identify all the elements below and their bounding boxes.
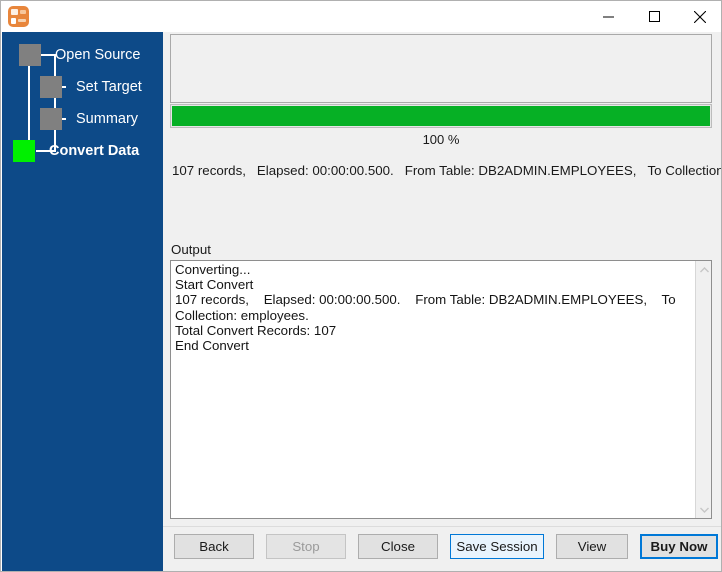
output-textarea[interactable]: Converting... Start Convert 107 records,… xyxy=(170,260,712,519)
sidebar-item-summary[interactable]: Summary xyxy=(40,108,138,130)
buy-now-button[interactable]: Buy Now xyxy=(640,534,718,559)
back-button[interactable]: Back xyxy=(174,534,254,559)
close-icon[interactable] xyxy=(677,1,722,32)
output-scrollbar[interactable] xyxy=(695,261,711,518)
sidebar-item-set-target[interactable]: Set Target xyxy=(40,76,142,98)
conversion-status-line: 107 records, Elapsed: 00:00:00.500. From T… xyxy=(172,163,717,178)
sidebar-item-label: Convert Data xyxy=(49,144,139,159)
progress-percent-label: 100 % xyxy=(170,132,712,147)
minimize-icon[interactable] xyxy=(585,1,631,32)
sidebar-item-label: Summary xyxy=(76,112,138,127)
status-records: 107 records, xyxy=(172,163,246,178)
wizard-sidebar: Open Source Set Target Summary Convert D… xyxy=(2,32,163,572)
progress-bar xyxy=(170,104,712,128)
sidebar-item-open-source[interactable]: Open Source xyxy=(19,44,140,66)
chevron-up-icon[interactable] xyxy=(696,261,712,278)
sidebar-item-label: Set Target xyxy=(76,80,142,95)
window-controls xyxy=(585,1,722,32)
sidebar-item-label: Open Source xyxy=(55,48,140,63)
wizard-step-list: Open Source Set Target Summary Convert D… xyxy=(2,32,163,172)
main-panel: 100 % 107 records, Elapsed: 00:00:00.500.… xyxy=(163,32,722,572)
tree-line-vertical-sub xyxy=(54,54,56,152)
progress-bar-fill xyxy=(172,106,710,126)
status-from-table: From Table: DB2ADMIN.EMPLOYEES, xyxy=(405,163,637,178)
maximize-icon[interactable] xyxy=(631,1,677,32)
chevron-down-icon[interactable] xyxy=(696,501,712,518)
window-bottom-strip xyxy=(163,566,722,572)
app-window: Open Source Set Target Summary Convert D… xyxy=(0,0,722,572)
step-marker-open-source xyxy=(19,44,41,66)
database-convert-icon xyxy=(8,6,29,27)
stop-button: Stop xyxy=(266,534,346,559)
view-button[interactable]: View xyxy=(556,534,628,559)
save-session-button[interactable]: Save Session xyxy=(450,534,544,559)
step-marker-summary xyxy=(40,108,62,130)
close-button[interactable]: Close xyxy=(358,534,438,559)
task-list-panel xyxy=(170,34,712,103)
output-label: Output xyxy=(171,242,211,257)
status-to-collection: To Collection: employees. xyxy=(647,163,722,178)
status-elapsed: Elapsed: 00:00:00.500. xyxy=(257,163,394,178)
step-marker-set-target xyxy=(40,76,62,98)
sidebar-item-convert-data[interactable]: Convert Data xyxy=(13,140,139,162)
output-text-content: Converting... Start Convert 107 records,… xyxy=(175,262,678,353)
tree-line-vertical-main xyxy=(28,66,30,151)
title-bar xyxy=(1,1,722,32)
step-marker-convert-data xyxy=(13,140,35,162)
